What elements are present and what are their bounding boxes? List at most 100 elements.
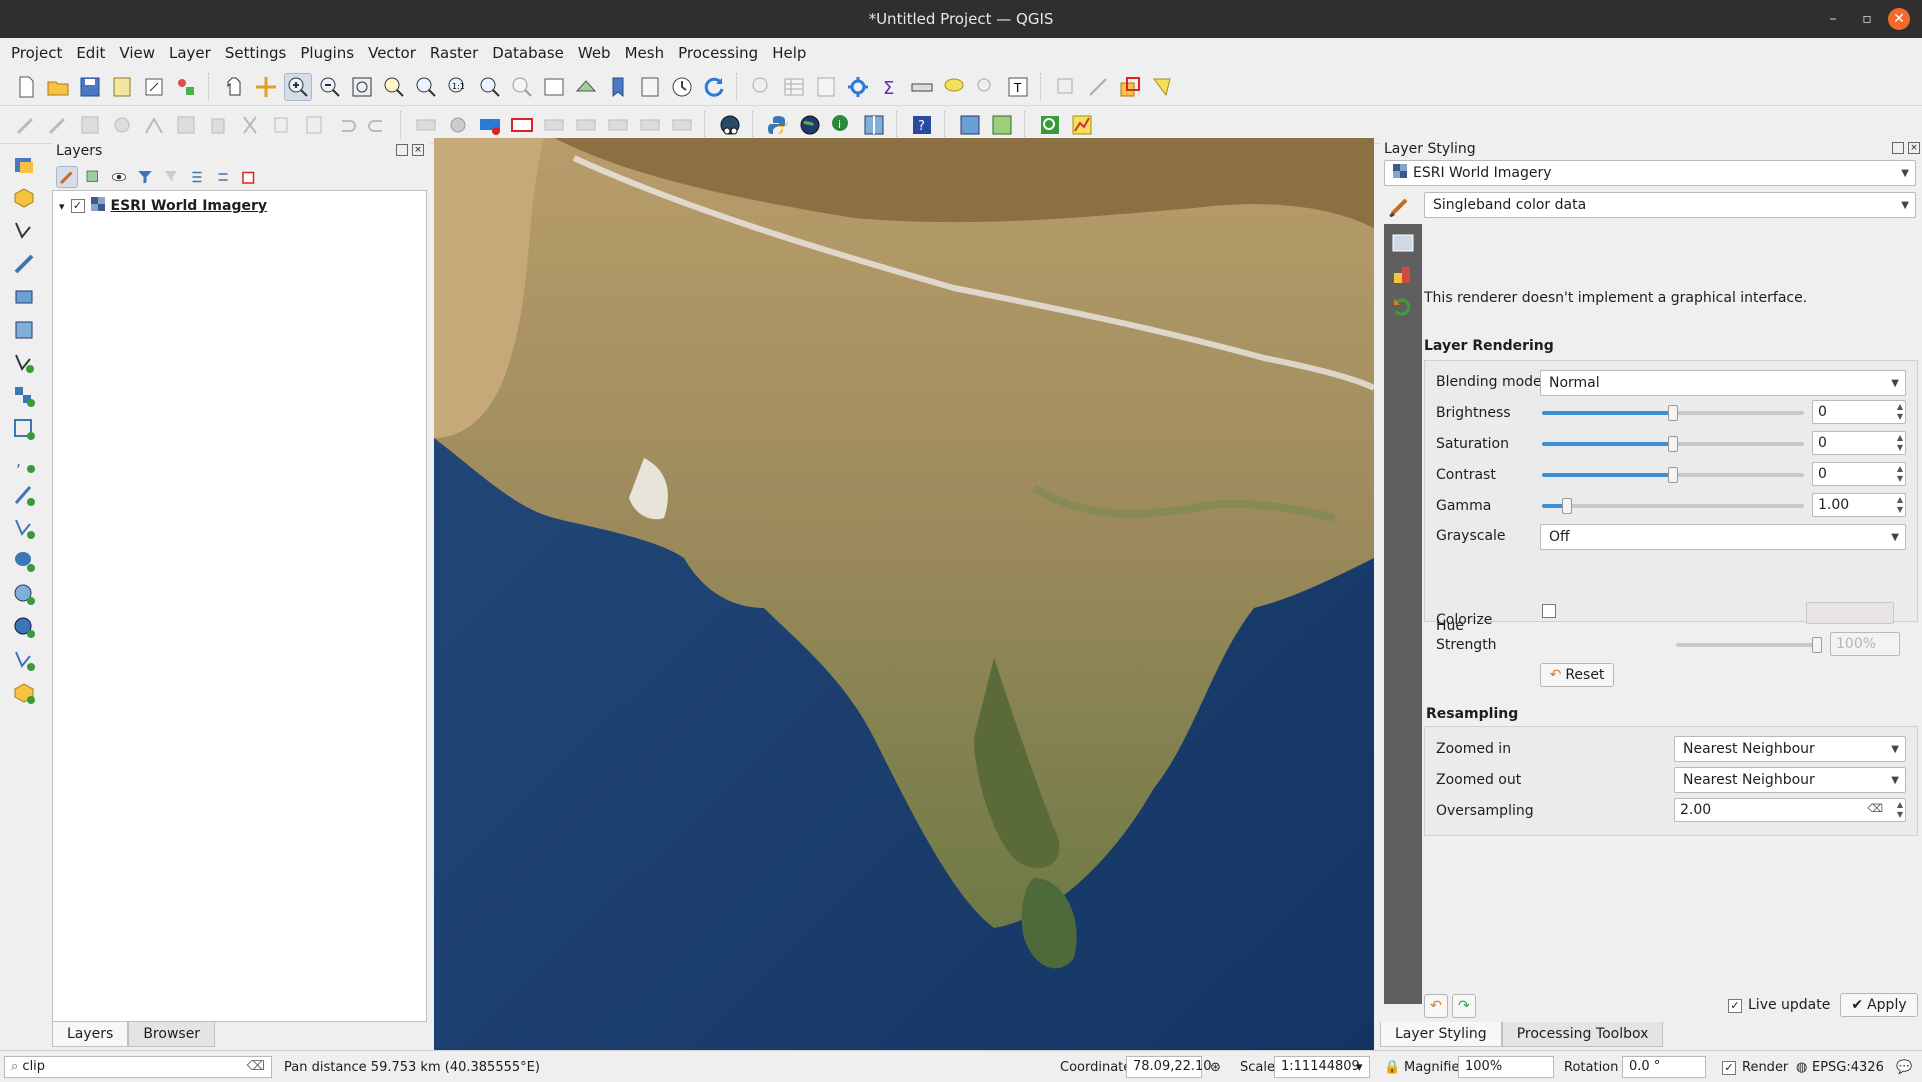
expand-all-icon[interactable] (186, 166, 208, 188)
magnifier-input[interactable]: 100% (1458, 1056, 1554, 1078)
menu-view[interactable]: View (112, 39, 162, 67)
show-bookmarks-icon[interactable] (636, 73, 664, 101)
plugin-tool-icon[interactable] (956, 111, 984, 139)
clear-field-icon[interactable]: ⌫ (1867, 802, 1883, 815)
crs-button[interactable]: EPSG:4326 (1812, 1060, 1884, 1075)
menu-plugins[interactable]: Plugins (293, 39, 361, 67)
filter-expression-icon[interactable] (160, 166, 182, 188)
zoom-out-icon[interactable] (316, 73, 344, 101)
layout-manager-icon[interactable] (140, 73, 168, 101)
spin-arrows-icon[interactable]: ▲ ▼ (1897, 800, 1903, 820)
menu-settings[interactable]: Settings (218, 39, 294, 67)
manage-themes-icon[interactable] (108, 166, 130, 188)
add-virtual-layer-icon[interactable] (7, 514, 41, 542)
slider-handle[interactable] (1668, 405, 1678, 421)
collapse-all-icon[interactable] (212, 166, 234, 188)
strength-input[interactable]: 100% (1830, 632, 1900, 656)
add-spatialite-layer-icon[interactable] (7, 481, 41, 509)
coordinate-input[interactable]: 78.09,22.10 (1126, 1056, 1212, 1078)
gamma-slider[interactable] (1542, 498, 1804, 514)
close-panel-icon[interactable]: × (1908, 142, 1920, 154)
temporal-controller-icon[interactable] (668, 73, 696, 101)
live-update-checkbox[interactable]: ✓ (1728, 999, 1742, 1013)
close-panel-icon[interactable]: × (412, 144, 424, 156)
tab-layer-styling[interactable]: Layer Styling (1380, 1022, 1502, 1047)
slider-handle[interactable] (1812, 637, 1822, 653)
brightness-slider[interactable] (1542, 405, 1804, 421)
new-shapefile-icon[interactable] (7, 217, 41, 245)
open-project-icon[interactable] (44, 73, 72, 101)
paste-features-icon[interactable] (300, 111, 328, 139)
menu-layer[interactable]: Layer (162, 39, 218, 67)
clear-search-icon[interactable]: ⌫ (247, 1059, 265, 1074)
profile-tool-icon[interactable] (1068, 111, 1096, 139)
zoom-native-icon[interactable]: 1:1 (444, 73, 472, 101)
spin-arrows-icon[interactable]: ▲ ▼ (1897, 402, 1903, 422)
symbology-tab-icon[interactable] (1388, 230, 1418, 256)
new-3d-view-icon[interactable] (572, 73, 600, 101)
select-by-value-icon[interactable] (1084, 73, 1112, 101)
georeferencer-icon[interactable] (716, 111, 744, 139)
transparency-tab-icon[interactable] (1388, 262, 1418, 288)
oversampling-input[interactable]: 2.00 ⌫ ▲ ▼ (1674, 798, 1906, 822)
menu-help[interactable]: Help (765, 39, 813, 67)
float-panel-icon[interactable] (396, 144, 408, 156)
new-geopackage-icon[interactable] (7, 184, 41, 212)
pan-to-selection-icon[interactable] (252, 73, 280, 101)
zoom-next-icon[interactable] (508, 73, 536, 101)
lock-scale-icon[interactable]: 🔒 (1384, 1060, 1400, 1075)
menu-project[interactable]: Project (4, 39, 69, 67)
label-options-icon[interactable] (508, 111, 536, 139)
statistical-summary-icon[interactable]: Σ (876, 73, 904, 101)
zoom-full-icon[interactable] (348, 73, 376, 101)
menu-edit[interactable]: Edit (69, 39, 112, 67)
style-manager-icon[interactable] (172, 73, 200, 101)
help-icon[interactable]: ? (908, 111, 936, 139)
slider-handle[interactable] (1668, 436, 1678, 452)
menu-mesh[interactable]: Mesh (618, 39, 672, 67)
data-source-manager-icon[interactable] (7, 151, 41, 179)
layer-select[interactable]: ESRI World Imagery ▼ (1384, 160, 1916, 186)
zoom-selection-icon[interactable] (380, 73, 408, 101)
select-features-icon[interactable] (1052, 73, 1080, 101)
toggle-editing-icon[interactable] (44, 111, 72, 139)
delete-selected-icon[interactable] (204, 111, 232, 139)
slider-handle[interactable] (1668, 467, 1678, 483)
redo-style-button[interactable]: ↷ (1452, 994, 1476, 1018)
tab-layers[interactable]: Layers (52, 1022, 129, 1047)
change-label-icon[interactable] (668, 111, 696, 139)
new-spatialite-icon[interactable] (7, 250, 41, 278)
measure-line-icon[interactable] (908, 73, 936, 101)
rotation-input[interactable]: 0.0 ° (1622, 1056, 1706, 1078)
contrast-slider[interactable] (1542, 467, 1804, 483)
menu-vector[interactable]: Vector (361, 39, 423, 67)
render-checkbox[interactable]: ✓ (1722, 1061, 1736, 1075)
open-styling-icon[interactable] (56, 166, 78, 188)
saturation-input[interactable]: 0 ▲ ▼ (1812, 431, 1906, 455)
slider-handle[interactable] (1562, 498, 1572, 514)
zoom-in-icon[interactable] (284, 72, 312, 101)
filter-legend-icon[interactable] (134, 166, 156, 188)
strength-slider[interactable] (1676, 637, 1822, 653)
redo-icon[interactable] (364, 111, 392, 139)
refresh-icon[interactable] (700, 73, 728, 101)
close-button[interactable]: ✕ (1888, 8, 1910, 30)
minimize-button[interactable]: – (1822, 8, 1844, 30)
python-console-icon[interactable] (764, 111, 792, 139)
attribute-table-icon[interactable] (780, 73, 808, 101)
new-map-view-icon[interactable] (540, 73, 568, 101)
apply-button[interactable]: ✔ Apply (1840, 993, 1918, 1017)
new-bookmark-icon[interactable] (604, 73, 632, 101)
spin-arrows-icon[interactable]: ▲ ▼ (1897, 433, 1903, 453)
tab-processing-toolbox[interactable]: Processing Toolbox (1501, 1022, 1664, 1047)
add-feature-icon[interactable] (108, 111, 136, 139)
cut-features-icon[interactable] (236, 111, 264, 139)
text-annotation-icon[interactable]: T (1004, 73, 1032, 101)
brightness-input[interactable]: 0 ▲ ▼ (1812, 400, 1906, 424)
zoom-last-icon[interactable] (476, 73, 504, 101)
new-temporary-layer-icon[interactable] (7, 283, 41, 311)
modify-attributes-icon[interactable] (172, 111, 200, 139)
processing-toolbox-icon[interactable] (844, 73, 872, 101)
menu-web[interactable]: Web (571, 39, 618, 67)
save-as-icon[interactable] (108, 73, 136, 101)
